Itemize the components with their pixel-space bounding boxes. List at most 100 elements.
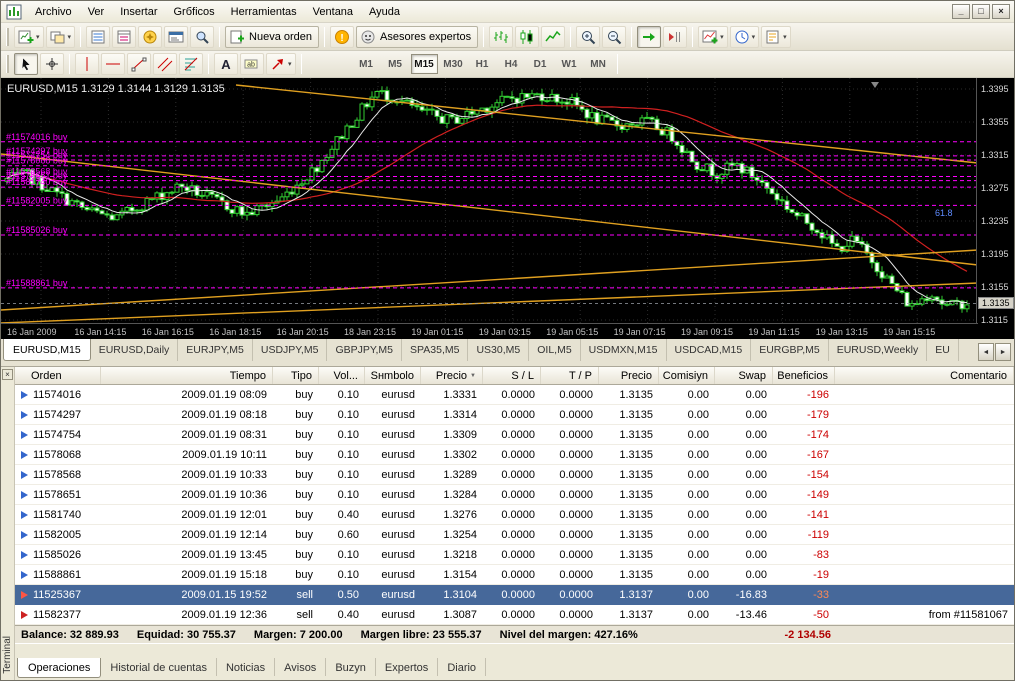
new-chart-button[interactable]: ▾: [14, 26, 44, 48]
expert-advisors-button[interactable]: Asesores expertos: [356, 26, 478, 48]
close-button[interactable]: ×: [992, 4, 1010, 19]
timeframe-h4[interactable]: H4: [498, 54, 525, 74]
chart-tab-gbpjpy-m5[interactable]: GBPJPY,M5: [327, 339, 402, 361]
menu-ver[interactable]: Ver: [80, 3, 113, 21]
strategy-tester-button[interactable]: [190, 26, 214, 48]
terminal-tab-historial-de-cuentas[interactable]: Historial de cuentas: [101, 658, 217, 676]
timeframe-m5[interactable]: M5: [382, 54, 409, 74]
timeframe-d1[interactable]: D1: [527, 54, 554, 74]
bar-chart-button[interactable]: [489, 26, 513, 48]
menu-archivo[interactable]: Archivo: [27, 3, 80, 21]
chart-tab-usdjpy-m5[interactable]: USDJPY,M5: [253, 339, 328, 361]
minimize-button[interactable]: _: [952, 4, 970, 19]
menu-ventana[interactable]: Ventana: [305, 3, 361, 21]
chart-tab-eurgbp-m5[interactable]: EURGBP,M5: [751, 339, 829, 361]
toolbar-grip[interactable]: [6, 28, 9, 46]
column-header-s-mbolo[interactable]: Sнmbolo: [365, 367, 421, 384]
terminal-tab-avisos[interactable]: Avisos: [275, 658, 326, 676]
order-row-11574016[interactable]: 115740162009.01.19 08:09buy0.10eurusd1.3…: [15, 385, 1014, 405]
data-window-button[interactable]: [112, 26, 136, 48]
menu-gr-ficos[interactable]: Grбficos: [166, 3, 223, 21]
timeframe-mn[interactable]: MN: [585, 54, 612, 74]
chart-tab-oil-m5[interactable]: OIL,M5: [529, 339, 580, 361]
close-terminal-icon[interactable]: ×: [2, 369, 13, 380]
horizontal-line-button[interactable]: [101, 53, 125, 75]
chart-tab-eurusd-daily[interactable]: EURUSD,Daily: [91, 339, 179, 361]
text-button[interactable]: A: [214, 53, 238, 75]
timeframe-w1[interactable]: W1: [556, 54, 583, 74]
templates-button[interactable]: ▾: [761, 26, 791, 48]
column-header-precio-close[interactable]: Precio: [599, 367, 659, 384]
auto-scroll-button[interactable]: [637, 26, 661, 48]
price-scale[interactable]: 1.33951.33551.33151.32751.32351.31951.31…: [976, 78, 1014, 339]
terminal-tab-noticias[interactable]: Noticias: [217, 658, 275, 676]
tab-scroll-left-button[interactable]: ◄: [978, 343, 994, 361]
profiles-button[interactable]: ▾: [46, 26, 76, 48]
timeframe-m30[interactable]: M30: [440, 54, 467, 74]
order-row-11578068[interactable]: 115780682009.01.19 10:11buy0.10eurusd1.3…: [15, 445, 1014, 465]
menu-insertar[interactable]: Insertar: [112, 3, 165, 21]
channel-button[interactable]: [153, 53, 177, 75]
chart-tab-eurusd-weekly[interactable]: EURUSD,Weekly: [829, 339, 928, 361]
order-row-11582005[interactable]: 115820052009.01.19 12:14buy0.60eurusd1.3…: [15, 525, 1014, 545]
fibonacci-button[interactable]: [179, 53, 203, 75]
order-row-11525367[interactable]: 115253672009.01.15 19:52sell0.50eurusd1.…: [15, 585, 1014, 605]
column-header-orden[interactable]: Orden: [15, 367, 101, 384]
terminal-tab-expertos[interactable]: Expertos: [376, 658, 438, 676]
column-header-tiempo[interactable]: Tiempo: [101, 367, 273, 384]
column-header-t-p[interactable]: T / P: [541, 367, 599, 384]
column-header-beneficios[interactable]: Beneficios: [773, 367, 835, 384]
terminal-tab-diario[interactable]: Diario: [438, 658, 486, 676]
column-header-vol[interactable]: Vol...: [319, 367, 365, 384]
new-order-button[interactable]: Nueva orden: [225, 26, 319, 48]
chart-shift-button[interactable]: [663, 26, 687, 48]
zoom-out-button[interactable]: [602, 26, 626, 48]
order-row-11582377[interactable]: 115823772009.01.19 12:36sell0.40eurusd1.…: [15, 605, 1014, 625]
column-header-comentario[interactable]: Comentario: [835, 367, 1014, 384]
timeframe-m15[interactable]: M15: [411, 54, 438, 74]
trendline-button[interactable]: [127, 53, 151, 75]
column-header-swap[interactable]: Swap: [715, 367, 773, 384]
menu-ayuda[interactable]: Ayuda: [361, 3, 408, 21]
terminal-tab-operaciones[interactable]: Operaciones: [17, 658, 101, 678]
periods-button[interactable]: ▾: [730, 26, 760, 48]
chart-tab-eurusd-m15[interactable]: EURUSD,M15: [3, 339, 91, 361]
cursor-button[interactable]: [14, 53, 38, 75]
chart-tab-eurjpy-m5[interactable]: EURJPY,M5: [178, 339, 253, 361]
chart-tab-usdmxn-m15[interactable]: USDMXN,M15: [581, 339, 667, 361]
order-row-11588861[interactable]: 115888612009.01.19 15:18buy0.10eurusd1.3…: [15, 565, 1014, 585]
navigator-button[interactable]: [138, 26, 162, 48]
order-row-11574297[interactable]: 115742972009.01.19 08:18buy0.10eurusd1.3…: [15, 405, 1014, 425]
terminal-button[interactable]: [164, 26, 188, 48]
line-chart-button[interactable]: [541, 26, 565, 48]
arrows-button[interactable]: ▾: [266, 53, 296, 75]
zoom-in-button[interactable]: [576, 26, 600, 48]
timeframe-h1[interactable]: H1: [469, 54, 496, 74]
chart-tab-usdcad-m15[interactable]: USDCAD,M15: [667, 339, 752, 361]
text-label-button[interactable]: ab: [240, 53, 264, 75]
price-chart[interactable]: #11574016 buy#11574297 buy#11574754 buy#…: [1, 78, 978, 323]
order-row-11585026[interactable]: 115850262009.01.19 13:45buy0.10eurusd1.3…: [15, 545, 1014, 565]
candlestick-chart-button[interactable]: [515, 26, 539, 48]
toolbar-grip[interactable]: [6, 55, 9, 73]
terminal-tab-buz-n[interactable]: Buzуn: [326, 658, 376, 676]
column-header-tipo[interactable]: Tipo: [273, 367, 319, 384]
column-header-precio[interactable]: Precio▼: [421, 367, 483, 384]
metaeditor-button[interactable]: !: [330, 26, 354, 48]
order-row-11578568[interactable]: 115785682009.01.19 10:33buy0.10eurusd1.3…: [15, 465, 1014, 485]
chart-tab-spa35-m5[interactable]: SPA35,M5: [402, 339, 468, 361]
order-row-11581740[interactable]: 115817402009.01.19 12:01buy0.40eurusd1.3…: [15, 505, 1014, 525]
market-watch-button[interactable]: [86, 26, 110, 48]
column-header-comisi-n[interactable]: Comisiуn: [659, 367, 715, 384]
indicators-button[interactable]: ▾: [698, 26, 728, 48]
menu-herramientas[interactable]: Herramientas: [223, 3, 305, 21]
tab-scroll-right-button[interactable]: ►: [995, 343, 1011, 361]
crosshair-button[interactable]: [40, 53, 64, 75]
order-row-11574754[interactable]: 115747542009.01.19 08:31buy0.10eurusd1.3…: [15, 425, 1014, 445]
vertical-line-button[interactable]: [75, 53, 99, 75]
chart-tab-us30-m5[interactable]: US30,M5: [468, 339, 529, 361]
restore-button[interactable]: □: [972, 4, 990, 19]
column-header-s-l[interactable]: S / L: [483, 367, 541, 384]
time-axis[interactable]: 16 Jan 200916 Jan 14:1516 Jan 16:1516 Ja…: [1, 323, 978, 339]
timeframe-m1[interactable]: M1: [353, 54, 380, 74]
